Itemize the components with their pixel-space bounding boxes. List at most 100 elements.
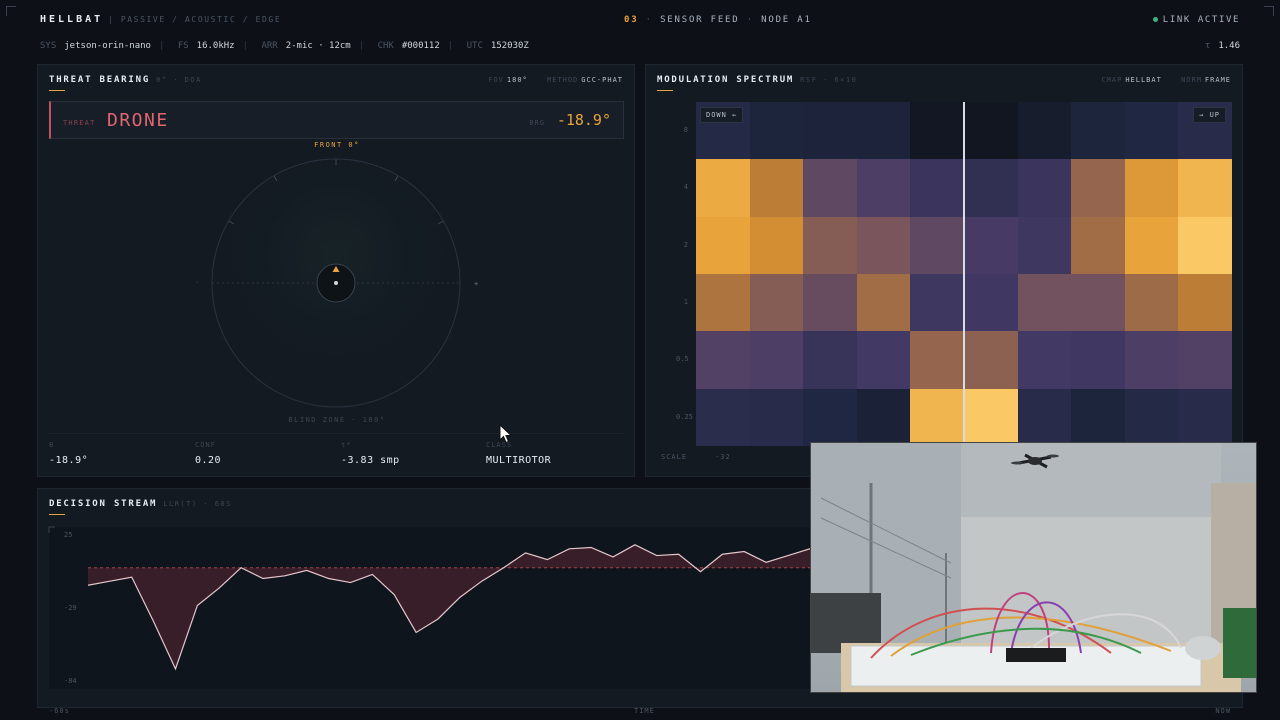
heatmap-cell (856, 274, 911, 332)
decision-y-tick: 25 (64, 531, 72, 539)
tau-readout: τ 1.46 (1205, 41, 1240, 51)
cmap-key: CMAP (1101, 76, 1123, 84)
feed-label: SENSOR FEED (660, 15, 740, 25)
front-label: FRONT 0° (314, 141, 360, 149)
modulation-subtitle: RSF · 6×10 (800, 76, 858, 84)
utc-key: UTC (466, 41, 483, 51)
heatmap-cell (1178, 159, 1233, 218)
heatmap-cell (749, 216, 804, 275)
heatmap-cell (910, 102, 965, 160)
modulation-meta: CMAP HELLBAT NORM FRAME (1101, 76, 1231, 84)
corner-bracket-top-left (6, 6, 16, 16)
feed-number: 03 (624, 15, 639, 25)
modulation-heatmap (696, 102, 1233, 447)
modulation-title: MODULATION SPECTRUM RSF · 6×10 (657, 75, 857, 85)
heatmap-cell (964, 331, 1019, 390)
readout-key: CLASS (486, 441, 513, 449)
heatmap-cell (964, 388, 1019, 447)
heatmap-cell (1178, 216, 1233, 275)
heatmap-cell (1124, 159, 1179, 218)
heatmap-cell (1124, 274, 1179, 332)
heatmap-cell (803, 388, 858, 447)
heatmap-cell (910, 388, 965, 447)
heatmap-cell (1071, 102, 1126, 160)
up-button[interactable]: → UP (1193, 107, 1226, 123)
heatmap-cell (1124, 216, 1179, 275)
heatmap-cell (856, 331, 911, 390)
readout-key: θ (49, 441, 55, 449)
norm-key: NORM (1181, 76, 1202, 84)
norm-value: FRAME (1204, 76, 1231, 84)
readout-value: -3.83 smp (341, 455, 400, 466)
heatmap-cursor-line[interactable] (963, 102, 965, 446)
heatmap-cell (1124, 331, 1179, 390)
heatmap-cell (749, 331, 804, 390)
heatmap-cell (910, 216, 965, 275)
brand-subtitle-text: PASSIVE / ACOUSTIC / EDGE (120, 15, 282, 24)
heatmap-y-tick: 0.25 (676, 412, 693, 421)
heatmap-cell (696, 274, 751, 332)
heatmap-cell (696, 216, 751, 275)
threat-bearing-panel: THREAT BEARING 0° · DOA FOV 180° METHOD GCC… (37, 64, 635, 477)
modulation-title-text: MODULATION SPECTRUM (657, 75, 795, 85)
heatmap-y-tick: 0.5 (676, 355, 689, 364)
threat-readouts: θ -18.9° CONF 0.20 τ* -3.83 smp CLASS MULTIR… (49, 433, 624, 466)
down-button[interactable]: DOWN ← (700, 107, 744, 123)
chk-value: #000112 (401, 41, 440, 51)
chk-key: CHK (377, 41, 394, 51)
brand-logo: HELLBAT (40, 14, 104, 25)
link-status: LINK ACTIVE (1152, 15, 1240, 25)
camera-feed-video[interactable] (810, 442, 1257, 693)
corner-bracket-top-right (1264, 6, 1274, 16)
heatmap-cell (1017, 159, 1072, 218)
heatmap-cell (856, 388, 911, 447)
heatmap-cell (1017, 102, 1072, 160)
fs-value: 16.0kHz (196, 41, 235, 51)
heatmap-y-tick: 2 (683, 240, 688, 249)
x-axis-left-label: -60s (49, 707, 70, 715)
cmap-value: HELLBAT (1125, 76, 1162, 84)
heatmap-cell (1071, 216, 1126, 275)
link-status-text: LINK ACTIVE (1162, 15, 1240, 25)
scale-readout: SCALE -32 (661, 453, 731, 461)
feed-title: 03 · SENSOR FEED · NODE A1 (624, 15, 812, 25)
heatmap-y-tick: 8 (683, 126, 688, 134)
heatmap-cell (910, 159, 965, 218)
readout-value: -18.9° (49, 455, 89, 466)
heatmap-cell (910, 331, 965, 390)
fs-key: FS (177, 41, 189, 51)
x-axis-mid-label: TIME (634, 707, 655, 715)
tau-value: 1.46 (1218, 41, 1240, 51)
readout-conf: CONF 0.20 (195, 441, 221, 466)
heatmap-cell (696, 159, 751, 218)
utc-value: 152030Z (490, 41, 529, 51)
heatmap-cell (803, 102, 858, 160)
arr-value: 2-mic · 12cm (285, 41, 351, 51)
heatmap-cell (1071, 388, 1126, 447)
heatmap-cell (856, 216, 911, 275)
heatmap-cell (749, 274, 804, 332)
heatmap-cell (1017, 331, 1072, 390)
top-header: HELLBAT | PASSIVE / ACOUSTIC / EDGE 03 ·… (40, 14, 1240, 28)
heatmap-cell (803, 216, 858, 275)
decision-y-tick: -29 (64, 604, 77, 612)
heatmap-cell (964, 102, 1019, 160)
sys-key: SYS (40, 41, 57, 51)
heatmap-cell (1124, 388, 1179, 447)
heatmap-y-tick: 4 (683, 183, 688, 192)
heatmap-cell (1071, 159, 1126, 218)
heatmap-cell (749, 388, 804, 447)
readout-class: CLASS MULTIROTOR (486, 441, 551, 466)
modulation-spectrum-panel: MODULATION SPECTRUM RSF · 6×10 CMAP HELLBA… (645, 64, 1243, 477)
heatmap-cell (964, 216, 1019, 275)
system-info-bar: SYS jetson-orin-nano | FS 16.0kHz | ARR 2-mic… (40, 41, 1240, 51)
brand-subtitle: | PASSIVE / ACOUSTIC / EDGE (108, 15, 282, 24)
readout-tau: τ* -3.83 smp (341, 441, 400, 466)
heatmap-cell (1178, 388, 1233, 447)
heatmap-cell (856, 102, 911, 160)
heatmap-cell (964, 274, 1019, 332)
title-underline (657, 90, 673, 91)
readout-theta: θ -18.9° (49, 441, 88, 466)
heatmap-cell (1017, 274, 1072, 332)
feed-node: NODE A1 (761, 15, 812, 25)
